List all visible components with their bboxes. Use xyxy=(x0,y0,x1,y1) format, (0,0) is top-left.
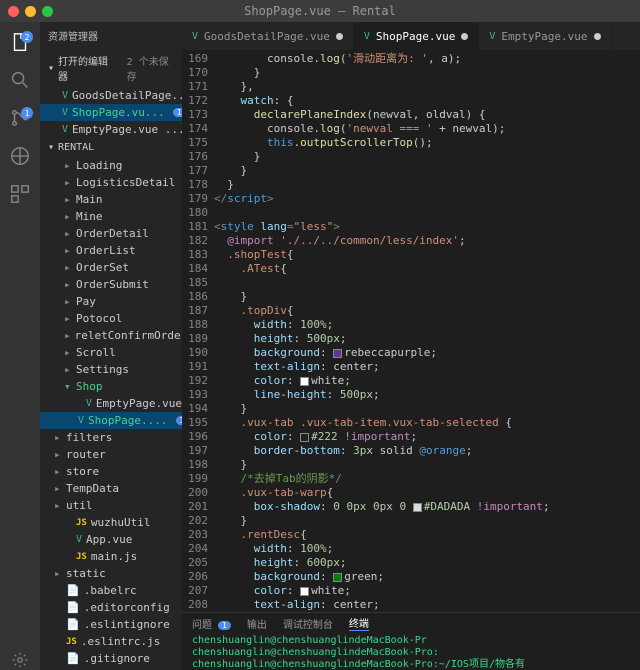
tree-item[interactable]: ▾ Shop xyxy=(40,378,182,395)
tree-item[interactable]: ▸ Main xyxy=(40,191,182,208)
panel-tabs: 问题 1 输出 调试控制台 终端 xyxy=(182,613,640,633)
tree-item[interactable]: 📄 .eslintignore xyxy=(40,616,182,633)
panel-tab[interactable]: 输出 xyxy=(247,616,267,631)
tree-item[interactable]: ▸ util xyxy=(40,497,182,514)
activity-bar: 2 1 xyxy=(0,22,40,670)
tree-item[interactable]: 📄 .gitignore xyxy=(40,650,182,667)
scm-icon[interactable]: 1 xyxy=(8,106,32,130)
open-editor-item[interactable]: V EmptyPage.vue ... xyxy=(40,121,182,138)
tree-item[interactable]: ▸ OrderList xyxy=(40,242,182,259)
tree-item[interactable]: ▸ Potocol xyxy=(40,310,182,327)
tree-item[interactable]: 📄 .editorconfig xyxy=(40,599,182,616)
open-editor-item[interactable]: V ShopPage.vu...1 xyxy=(40,104,182,121)
window-title: ShopPage.vue — Rental xyxy=(0,4,640,18)
tree-item[interactable]: ▸ Loading xyxy=(40,157,182,174)
tree-item[interactable]: ▸ router xyxy=(40,446,182,463)
tree-item[interactable]: V EmptyPage.vue xyxy=(40,395,182,412)
bottom-panel: 问题 1 输出 调试控制台 终端 chenshuanglin@chenshuangli… xyxy=(182,612,640,670)
sidebar-header: 资源管理器 xyxy=(40,22,182,49)
titlebar: ShopPage.vue — Rental xyxy=(0,0,640,22)
panel-tab[interactable]: 调试控制台 xyxy=(283,616,333,631)
panel-tab[interactable]: 问题 1 xyxy=(192,616,231,631)
tree-item[interactable]: ▸ reletConfirmOrder xyxy=(40,327,182,344)
tree-item[interactable]: ▸ LogisticsDetail xyxy=(40,174,182,191)
tree-item[interactable]: V App.vue xyxy=(40,531,182,548)
open-editors-header[interactable]: ▾打开的编辑器 2 个未保存 xyxy=(40,49,182,87)
tree-item[interactable]: JS .eslintrc.js xyxy=(40,633,182,650)
search-icon[interactable] xyxy=(8,68,32,92)
tree-item[interactable]: ▸ store xyxy=(40,463,182,480)
tree-item[interactable]: JS main.js xyxy=(40,548,182,565)
tree-item[interactable]: ▸ Settings xyxy=(40,361,182,378)
editor-tab[interactable]: VGoodsDetailPage.vue xyxy=(182,22,354,50)
tree-item[interactable]: ▸ OrderSubmit xyxy=(40,276,182,293)
code-lines[interactable]: console.log('滑动距离为: ', a); } }, watch: {… xyxy=(214,50,640,612)
tree-item[interactable]: 📄 .babelrc xyxy=(40,582,182,599)
tree-item[interactable]: ▸ OrderDetail xyxy=(40,225,182,242)
extensions-icon[interactable] xyxy=(8,182,32,206)
tree-item[interactable]: V ShopPage....1 xyxy=(40,412,182,429)
settings-icon[interactable] xyxy=(0,650,40,670)
panel-tab[interactable]: 终端 xyxy=(349,615,369,631)
tree-item[interactable]: ▸ TempData xyxy=(40,480,182,497)
editor-tabs: VGoodsDetailPage.vueVShopPage.vueVEmptyP… xyxy=(182,22,640,50)
editor-tab[interactable]: VEmptyPage.vue xyxy=(479,22,611,50)
tree-item[interactable]: ▸ Mine xyxy=(40,208,182,225)
terminal[interactable]: chenshuanglin@chenshuanglindeMacBook-Prc… xyxy=(182,633,640,670)
sidebar: 资源管理器 ▾打开的编辑器 2 个未保存 V GoodsDetailPage..… xyxy=(40,22,182,670)
tree-item[interactable]: JS wuzhuUtil xyxy=(40,514,182,531)
code-editor[interactable]: 1691701711721731741751761771781791801811… xyxy=(182,50,640,612)
debug-icon[interactable] xyxy=(8,144,32,168)
project-header[interactable]: ▾RENTAL xyxy=(40,138,182,157)
editor-area: VGoodsDetailPage.vueVShopPage.vueVEmptyP… xyxy=(182,22,640,670)
line-gutter: 1691701711721731741751761771781791801811… xyxy=(182,50,214,612)
tree-item[interactable]: ▸ filters xyxy=(40,429,182,446)
explorer-icon[interactable]: 2 xyxy=(8,30,32,54)
tree-item[interactable]: ▸ static xyxy=(40,565,182,582)
tree-item[interactable]: ▸ Scroll xyxy=(40,344,182,361)
tree-item[interactable]: ▸ Pay xyxy=(40,293,182,310)
editor-tab[interactable]: VShopPage.vue xyxy=(354,22,480,50)
open-editor-item[interactable]: V GoodsDetailPage... xyxy=(40,87,182,104)
tree-item[interactable]: ▸ OrderSet xyxy=(40,259,182,276)
